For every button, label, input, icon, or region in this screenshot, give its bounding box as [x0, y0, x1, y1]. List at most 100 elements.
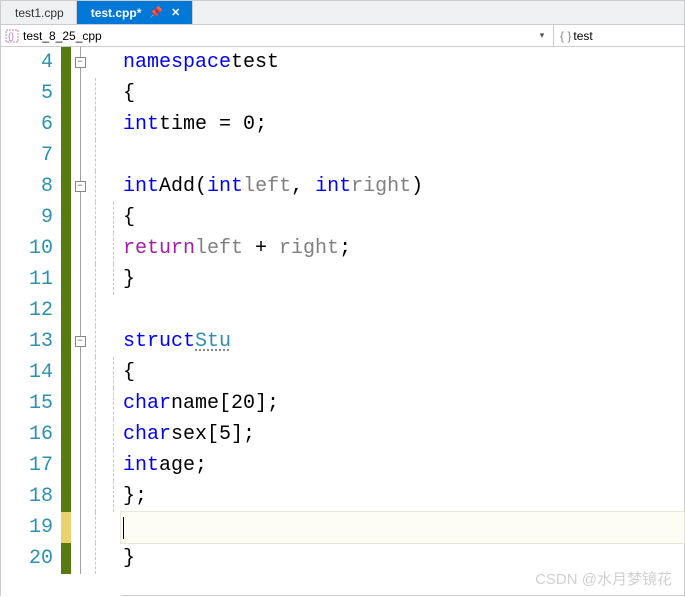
- identifier: left: [195, 237, 243, 260]
- line-number: 17: [1, 454, 61, 477]
- identifier: test: [231, 51, 279, 74]
- namespace-icon: {}: [5, 29, 19, 43]
- operator: =: [207, 113, 243, 136]
- change-marker: [61, 419, 71, 450]
- code-area[interactable]: namespace test { int time = 0; int Add(i…: [121, 47, 684, 597]
- keyword: int: [123, 175, 159, 198]
- change-marker: [61, 47, 71, 78]
- line-number: 7: [1, 144, 61, 167]
- scope-label: test_8_25_cpp: [23, 29, 102, 43]
- change-marker: [61, 109, 71, 140]
- member-label: test: [573, 29, 592, 43]
- line-number: 11: [1, 268, 61, 291]
- line-number: 5: [1, 82, 61, 105]
- line-number: 15: [1, 392, 61, 415]
- keyword: int: [123, 454, 159, 477]
- caret-icon: [123, 517, 124, 539]
- brace: {: [123, 82, 135, 105]
- identifier: time: [159, 113, 207, 136]
- param: left: [243, 175, 291, 198]
- number: 0: [243, 113, 255, 136]
- identifier: age: [159, 454, 195, 477]
- code-line[interactable]: {: [121, 202, 684, 233]
- identifier: name: [171, 392, 219, 415]
- change-marker: [61, 171, 71, 202]
- punct: ;: [255, 113, 267, 136]
- brace: {: [123, 206, 135, 229]
- code-line[interactable]: {: [121, 78, 684, 109]
- code-line[interactable]: char sex[5];: [121, 419, 684, 450]
- scope-dropdown[interactable]: {} test_8_25_cpp ▾: [1, 25, 554, 46]
- punct: (: [195, 175, 207, 198]
- brace: }: [123, 268, 135, 291]
- change-marker: [61, 388, 71, 419]
- change-marker: [61, 295, 71, 326]
- tab-label: test1.cpp: [15, 6, 64, 20]
- code-line[interactable]: }: [121, 543, 684, 574]
- code-line[interactable]: {: [121, 357, 684, 388]
- navigation-bar: {} test_8_25_cpp ▾ { } test: [1, 25, 684, 47]
- punct: };: [123, 485, 147, 508]
- line-number: 13: [1, 330, 61, 353]
- line-number: 14: [1, 361, 61, 384]
- code-line[interactable]: int age;: [121, 450, 684, 481]
- code-line[interactable]: int time = 0;: [121, 109, 684, 140]
- change-marker: [61, 202, 71, 233]
- keyword: return: [123, 237, 195, 260]
- keyword: struct: [123, 330, 195, 353]
- chevron-down-icon[interactable]: ▾: [535, 30, 549, 41]
- keyword: int: [123, 113, 159, 136]
- keyword: namespace: [123, 51, 231, 74]
- code-line[interactable]: [121, 295, 684, 326]
- line-number: 10: [1, 237, 61, 260]
- code-line[interactable]: return left + right;: [121, 233, 684, 264]
- identifier: sex: [171, 423, 207, 446]
- punct: ;: [339, 237, 351, 260]
- gutter: 4− 5 6 7 8− 9 10 11 12 13− 14 15 16 17 1…: [1, 47, 121, 597]
- code-line[interactable]: struct Stu: [121, 326, 684, 357]
- change-marker: [61, 233, 71, 264]
- pin-icon[interactable]: 📌: [149, 6, 163, 19]
- code-editor[interactable]: 4− 5 6 7 8− 9 10 11 12 13− 14 15 16 17 1…: [1, 47, 684, 597]
- change-marker: [61, 140, 71, 171]
- operator: +: [243, 237, 279, 260]
- identifier: right: [279, 237, 339, 260]
- tab-bar: test1.cpp test.cpp* 📌 ✕: [1, 1, 684, 25]
- change-marker: [61, 450, 71, 481]
- punct: ): [411, 175, 423, 198]
- param: right: [351, 175, 411, 198]
- line-number: 20: [1, 547, 61, 570]
- member-dropdown[interactable]: { } test: [554, 25, 684, 46]
- change-marker: [61, 481, 71, 512]
- code-line[interactable]: }: [121, 264, 684, 295]
- identifier: Add: [159, 175, 195, 198]
- tab-test-active[interactable]: test.cpp* 📌 ✕: [77, 1, 194, 24]
- line-number: 6: [1, 113, 61, 136]
- punct: ;: [243, 423, 255, 446]
- close-icon[interactable]: ✕: [171, 6, 180, 19]
- line-number: 8: [1, 175, 61, 198]
- code-line[interactable]: int Add(int left, int right): [121, 171, 684, 202]
- keyword: int: [207, 175, 243, 198]
- change-marker: [61, 78, 71, 109]
- change-marker: [61, 543, 71, 574]
- code-line[interactable]: [121, 140, 684, 171]
- keyword: char: [123, 392, 171, 415]
- code-line[interactable]: };: [121, 481, 684, 512]
- tab-test1[interactable]: test1.cpp: [1, 1, 77, 24]
- fold-toggle[interactable]: −: [75, 336, 86, 347]
- brace: {: [123, 361, 135, 384]
- code-line-current[interactable]: [121, 512, 684, 543]
- fold-toggle[interactable]: −: [75, 181, 86, 192]
- code-line[interactable]: char name[20];: [121, 388, 684, 419]
- change-marker: [61, 326, 71, 357]
- code-line[interactable]: namespace test: [121, 47, 684, 78]
- punct: ;: [195, 454, 207, 477]
- svg-text:{}: {}: [8, 31, 14, 41]
- line-number: 4: [1, 51, 61, 74]
- tab-label: test.cpp*: [91, 6, 142, 20]
- change-marker: [61, 264, 71, 295]
- fold-toggle[interactable]: −: [75, 57, 86, 68]
- line-number: 19: [1, 516, 61, 539]
- line-number: 9: [1, 206, 61, 229]
